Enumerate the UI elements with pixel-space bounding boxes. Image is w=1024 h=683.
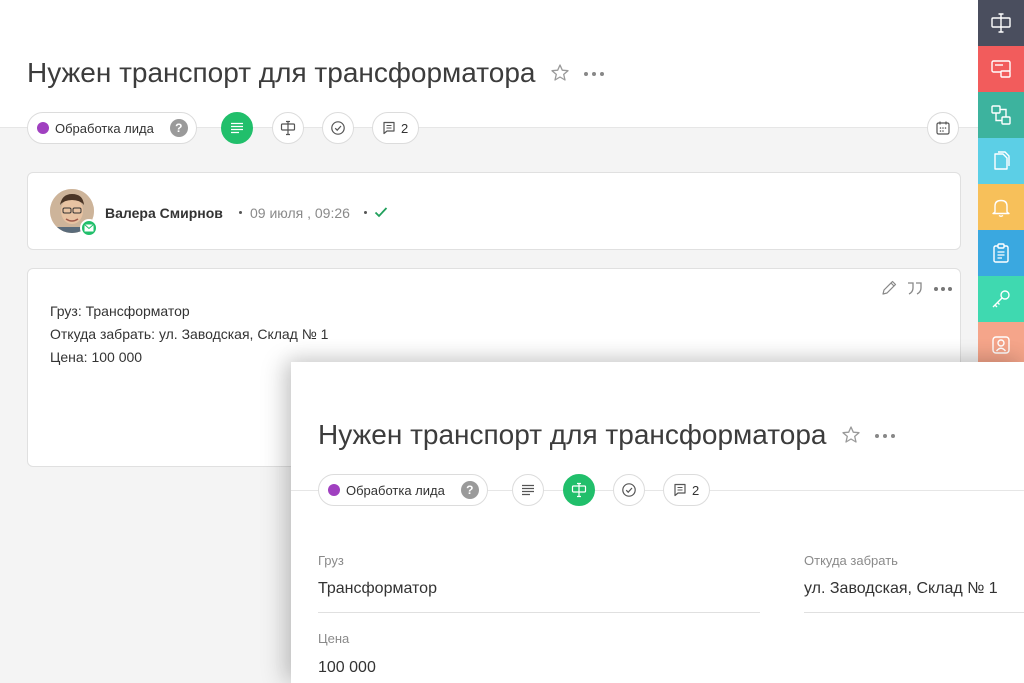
message-line: Цена: 100 000 xyxy=(50,349,143,365)
comments-count: 2 xyxy=(401,120,409,136)
more-icon[interactable] xyxy=(583,71,605,77)
separator-dot xyxy=(239,211,242,214)
more-icon[interactable] xyxy=(874,433,896,439)
field-underline xyxy=(318,612,760,613)
quote-icon[interactable] xyxy=(906,279,924,297)
tab-fields[interactable] xyxy=(563,474,595,506)
tab-activity[interactable] xyxy=(512,474,544,506)
key-icon xyxy=(992,290,1010,308)
tab-tasks[interactable] xyxy=(613,474,645,506)
documents-icon xyxy=(994,151,1010,170)
sidebar-item-access[interactable] xyxy=(978,276,1024,322)
help-icon[interactable]: ? xyxy=(460,481,479,499)
status-label: Обработка лида xyxy=(55,120,154,136)
fields-panel: Нужен транспорт для трансформатора Обраб… xyxy=(291,362,1024,683)
activity-date: 09 июля , 09:26 xyxy=(250,205,350,221)
author-name[interactable]: Валера Смирнов xyxy=(105,205,223,221)
field-label-pickup: Откуда забрать xyxy=(804,553,898,568)
status-selector[interactable]: Обработка лида ? xyxy=(27,112,197,144)
tab-comments[interactable]: 2 xyxy=(663,474,711,506)
help-icon[interactable]: ? xyxy=(169,119,188,137)
fields-icon xyxy=(991,13,1011,33)
message-line: Груз: Трансформатор xyxy=(50,303,190,319)
relations-icon xyxy=(991,105,1011,125)
status-color-dot xyxy=(328,484,340,496)
message-text: Груз: Трансформатор Откуда забрать: ул. … xyxy=(50,300,328,369)
tab-comments[interactable]: 2 xyxy=(372,112,420,144)
comment-icon xyxy=(383,121,395,135)
sidebar-item-fields[interactable] xyxy=(978,0,1024,46)
field-value-price[interactable]: 100 000 xyxy=(318,659,376,677)
sidebar-item-documents[interactable] xyxy=(978,138,1024,184)
field-value-pickup[interactable]: ул. Заводская, Склад № 1 xyxy=(804,580,998,598)
clipboard-icon xyxy=(993,243,1009,263)
overlay-title: Нужен транспорт для трансформатора xyxy=(318,419,827,450)
status-label: Обработка лида xyxy=(346,482,445,498)
calendar-button[interactable] xyxy=(927,112,959,144)
fields-icon xyxy=(280,120,296,136)
separator-dot xyxy=(364,211,367,214)
feed-icon xyxy=(522,484,534,496)
contact-icon xyxy=(992,336,1010,354)
message-line: Откуда забрать: ул. Заводская, Склад № 1 xyxy=(50,326,329,342)
field-value-cargo[interactable]: Трансформатор xyxy=(318,580,437,598)
sidebar-item-relations[interactable] xyxy=(978,92,1024,138)
email-source-icon xyxy=(80,219,98,237)
star-icon[interactable] xyxy=(550,63,570,83)
feed-icon xyxy=(231,122,243,134)
calendar-icon xyxy=(936,121,950,135)
message-icon xyxy=(991,60,1011,78)
comments-count: 2 xyxy=(692,482,700,498)
task-check-icon xyxy=(622,483,636,497)
field-label-cargo: Груз xyxy=(318,553,344,568)
fields-icon xyxy=(571,482,587,498)
sidebar-item-notifications[interactable] xyxy=(978,184,1024,230)
page-title: Нужен транспорт для трансформатора xyxy=(27,57,536,88)
task-check-icon xyxy=(331,121,345,135)
check-icon xyxy=(374,207,388,218)
comment-icon xyxy=(674,483,686,497)
right-sidebar xyxy=(978,0,1024,368)
tab-activity[interactable] xyxy=(221,112,253,144)
bell-icon xyxy=(992,199,1010,217)
star-icon[interactable] xyxy=(841,425,861,445)
edit-icon[interactable] xyxy=(880,279,898,297)
field-underline xyxy=(804,612,1024,613)
tab-fields[interactable] xyxy=(272,112,304,144)
status-selector[interactable]: Обработка лида ? xyxy=(318,474,488,506)
activity-header-card: Валера Смирнов 09 июля , 09:26 xyxy=(27,172,961,250)
sidebar-item-messages[interactable] xyxy=(978,46,1024,92)
sidebar-item-clipboard[interactable] xyxy=(978,230,1024,276)
status-color-dot xyxy=(37,122,49,134)
field-label-price: Цена xyxy=(318,631,350,646)
more-icon[interactable] xyxy=(933,286,953,292)
tab-tasks[interactable] xyxy=(322,112,354,144)
